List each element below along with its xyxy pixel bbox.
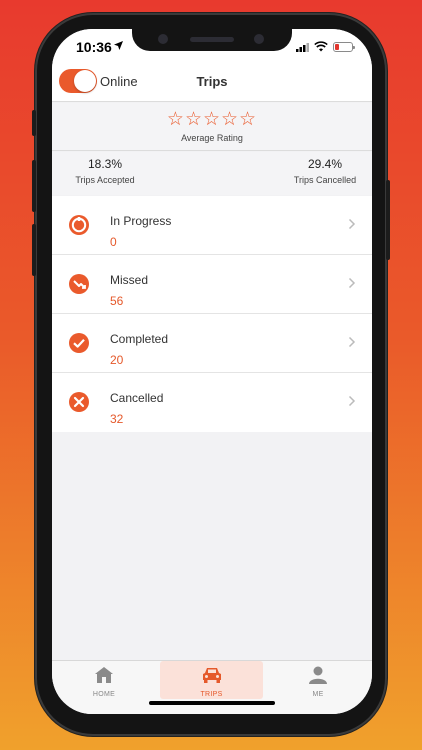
page-title: Trips bbox=[196, 74, 228, 89]
chevron-right-icon bbox=[348, 277, 356, 289]
header-bar: Online Trips bbox=[52, 59, 372, 102]
trip-status-list: In Progress 0 Missed 56 Completed 20 Can… bbox=[52, 196, 372, 432]
user-icon bbox=[309, 666, 327, 684]
app-screen: 10:36 Online Trips ☆☆☆☆☆ Average Rating … bbox=[52, 29, 372, 714]
missed-icon bbox=[69, 274, 89, 294]
cancelled-icon bbox=[69, 392, 89, 412]
notch bbox=[132, 29, 292, 51]
trips-cancelled-value: 29.4% bbox=[307, 157, 343, 171]
car-icon bbox=[202, 668, 221, 683]
status-time: 10:36 bbox=[76, 39, 112, 55]
trip-row-completed[interactable]: Completed 20 bbox=[52, 314, 372, 373]
cellular-signal-icon bbox=[296, 43, 309, 52]
in-progress-icon bbox=[69, 215, 89, 235]
tab-label: TRIPS bbox=[200, 691, 223, 698]
tab-me[interactable]: ME bbox=[288, 661, 348, 699]
tab-label: ME bbox=[312, 691, 324, 698]
trip-row-label: Cancelled bbox=[110, 391, 164, 405]
front-sensor bbox=[254, 34, 264, 44]
trips-cancelled-label: Trips Cancelled bbox=[293, 175, 357, 185]
tab-trips[interactable]: TRIPS bbox=[160, 661, 263, 699]
trip-row-missed[interactable]: Missed 56 bbox=[52, 255, 372, 314]
side-button-volume-down bbox=[32, 224, 36, 276]
trip-row-count: 32 bbox=[110, 412, 124, 426]
location-arrow-icon bbox=[114, 41, 123, 50]
trip-stats: 18.3% Trips Accepted 29.4% Trips Cancell… bbox=[52, 152, 372, 195]
rating-stars: ☆☆☆☆☆ bbox=[166, 109, 258, 130]
bottom-tab-bar: HOME TRIPS ME bbox=[52, 660, 372, 714]
chevron-right-icon bbox=[348, 395, 356, 407]
side-button-volume-up bbox=[32, 160, 36, 212]
trip-row-label: In Progress bbox=[110, 214, 172, 228]
chevron-right-icon bbox=[348, 336, 356, 348]
trips-accepted-value: 18.3% bbox=[87, 157, 123, 171]
side-button-power bbox=[386, 180, 390, 260]
side-button-silent bbox=[32, 110, 36, 136]
home-indicator[interactable] bbox=[149, 701, 275, 705]
trip-row-count: 56 bbox=[110, 294, 124, 308]
completed-icon bbox=[69, 333, 89, 353]
tab-home[interactable]: HOME bbox=[74, 661, 134, 699]
trip-row-count: 20 bbox=[110, 353, 124, 367]
average-rating-section: ☆☆☆☆☆ Average Rating bbox=[52, 103, 372, 151]
trip-row-in-progress[interactable]: In Progress 0 bbox=[52, 196, 372, 255]
trips-accepted-label: Trips Accepted bbox=[75, 175, 135, 185]
trip-row-label: Missed bbox=[110, 273, 149, 287]
tab-label: HOME bbox=[92, 691, 116, 698]
front-camera bbox=[158, 34, 168, 44]
wifi-icon bbox=[314, 41, 328, 52]
home-icon bbox=[95, 667, 113, 683]
stat-trips-cancelled: 29.4% Trips Cancelled bbox=[290, 157, 360, 185]
chevron-right-icon bbox=[348, 218, 356, 230]
trip-row-label: Completed bbox=[110, 332, 169, 346]
trip-row-count: 0 bbox=[110, 235, 117, 249]
earpiece-speaker bbox=[190, 37, 234, 42]
stat-trips-accepted: 18.3% Trips Accepted bbox=[72, 157, 138, 185]
battery-icon bbox=[333, 42, 355, 52]
average-rating-label: Average Rating bbox=[181, 133, 243, 143]
trip-row-cancelled[interactable]: Cancelled 32 bbox=[52, 373, 372, 432]
